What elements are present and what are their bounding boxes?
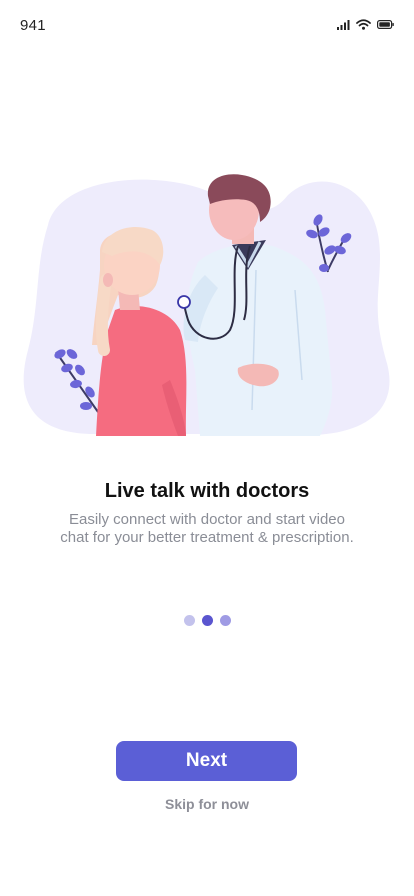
doctor-patient-illustration <box>20 170 394 440</box>
onboarding-screen: 941 Live talk with doctors Easily connec… <box>0 0 414 896</box>
page-dot-1[interactable] <box>183 615 195 626</box>
skip-link[interactable]: Skip for now <box>0 796 414 812</box>
battery-icon <box>377 20 394 29</box>
status-time: 941 <box>20 17 46 34</box>
onboarding-title: Live talk with doctors <box>104 480 310 502</box>
status-icons <box>337 19 394 30</box>
onboarding-subtitle: Easily connect with doctor and start vid… <box>60 511 354 546</box>
wifi-icon <box>356 19 371 30</box>
page-dot-2-active[interactable] <box>201 615 213 626</box>
next-button[interactable]: Next <box>116 741 297 781</box>
signal-icon <box>337 19 350 30</box>
status-bar: 941 <box>0 0 414 50</box>
page-indicator <box>0 615 414 626</box>
page-dot-3[interactable] <box>219 615 231 626</box>
